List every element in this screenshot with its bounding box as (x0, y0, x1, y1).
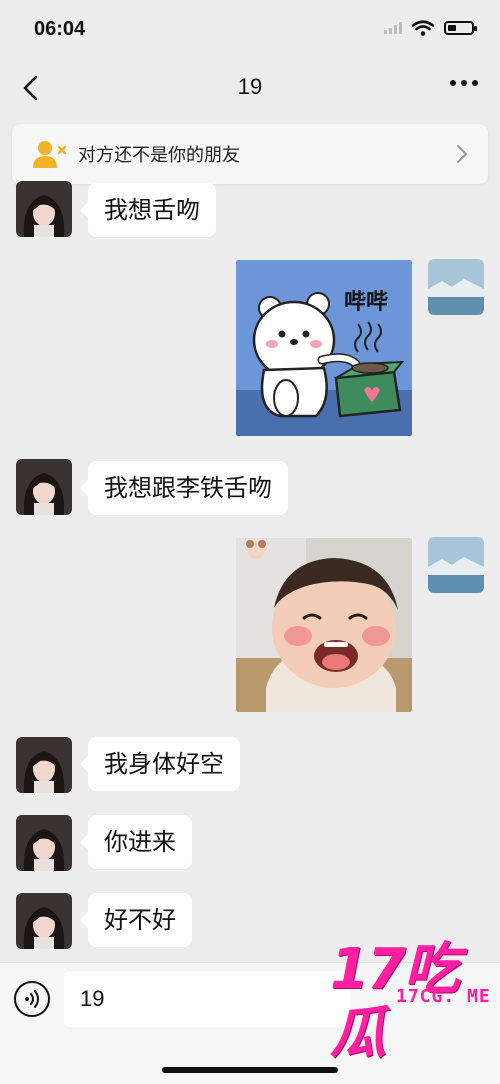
message-input[interactable] (64, 971, 350, 1027)
voice-icon (25, 990, 39, 1008)
message-bubble[interactable]: 好不好 (80, 893, 192, 947)
home-indicator (162, 1067, 338, 1073)
contact-avatar[interactable] (16, 181, 72, 237)
status-icons (384, 20, 477, 36)
wifi-icon (412, 20, 434, 36)
more-options-icon[interactable] (450, 80, 478, 86)
nav-bar: 19 (0, 60, 500, 118)
chat-title: 19 (237, 74, 263, 99)
status-time: 06:04 (34, 18, 86, 40)
signal-icon (384, 22, 402, 34)
sticker-caption: 哔哔 (344, 290, 389, 315)
banner-text: 对方还不是你的朋友 (78, 145, 240, 166)
crying-baby-photo-sticker[interactable] (236, 538, 412, 712)
watermark-logo: 17吃瓜 17CG. ME (330, 938, 498, 1066)
chevron-right-icon (457, 145, 467, 163)
contact-avatar[interactable] (16, 893, 72, 949)
contact-avatar[interactable] (16, 459, 72, 515)
polar-bear-sticker[interactable]: 哔哔 (236, 260, 412, 436)
my-avatar[interactable] (428, 537, 484, 593)
voice-input-button[interactable] (14, 981, 50, 1017)
message-bubble[interactable]: 你进来 (80, 815, 192, 869)
message-bubble[interactable]: 我身体好空 (80, 737, 240, 791)
watermark-small-text: 17CG. ME (396, 986, 491, 1007)
message-bubble[interactable]: 我想舌吻 (80, 183, 216, 237)
message-bubble[interactable]: 我想跟李铁舌吻 (80, 461, 288, 515)
status-bar: 06:04 (0, 0, 500, 60)
person-add-icon (33, 141, 67, 168)
contact-avatar[interactable] (16, 815, 72, 871)
contact-avatar[interactable] (16, 737, 72, 793)
my-avatar[interactable] (428, 259, 484, 315)
not-friend-banner[interactable]: 对方还不是你的朋友 (12, 124, 488, 184)
battery-icon (444, 21, 477, 35)
